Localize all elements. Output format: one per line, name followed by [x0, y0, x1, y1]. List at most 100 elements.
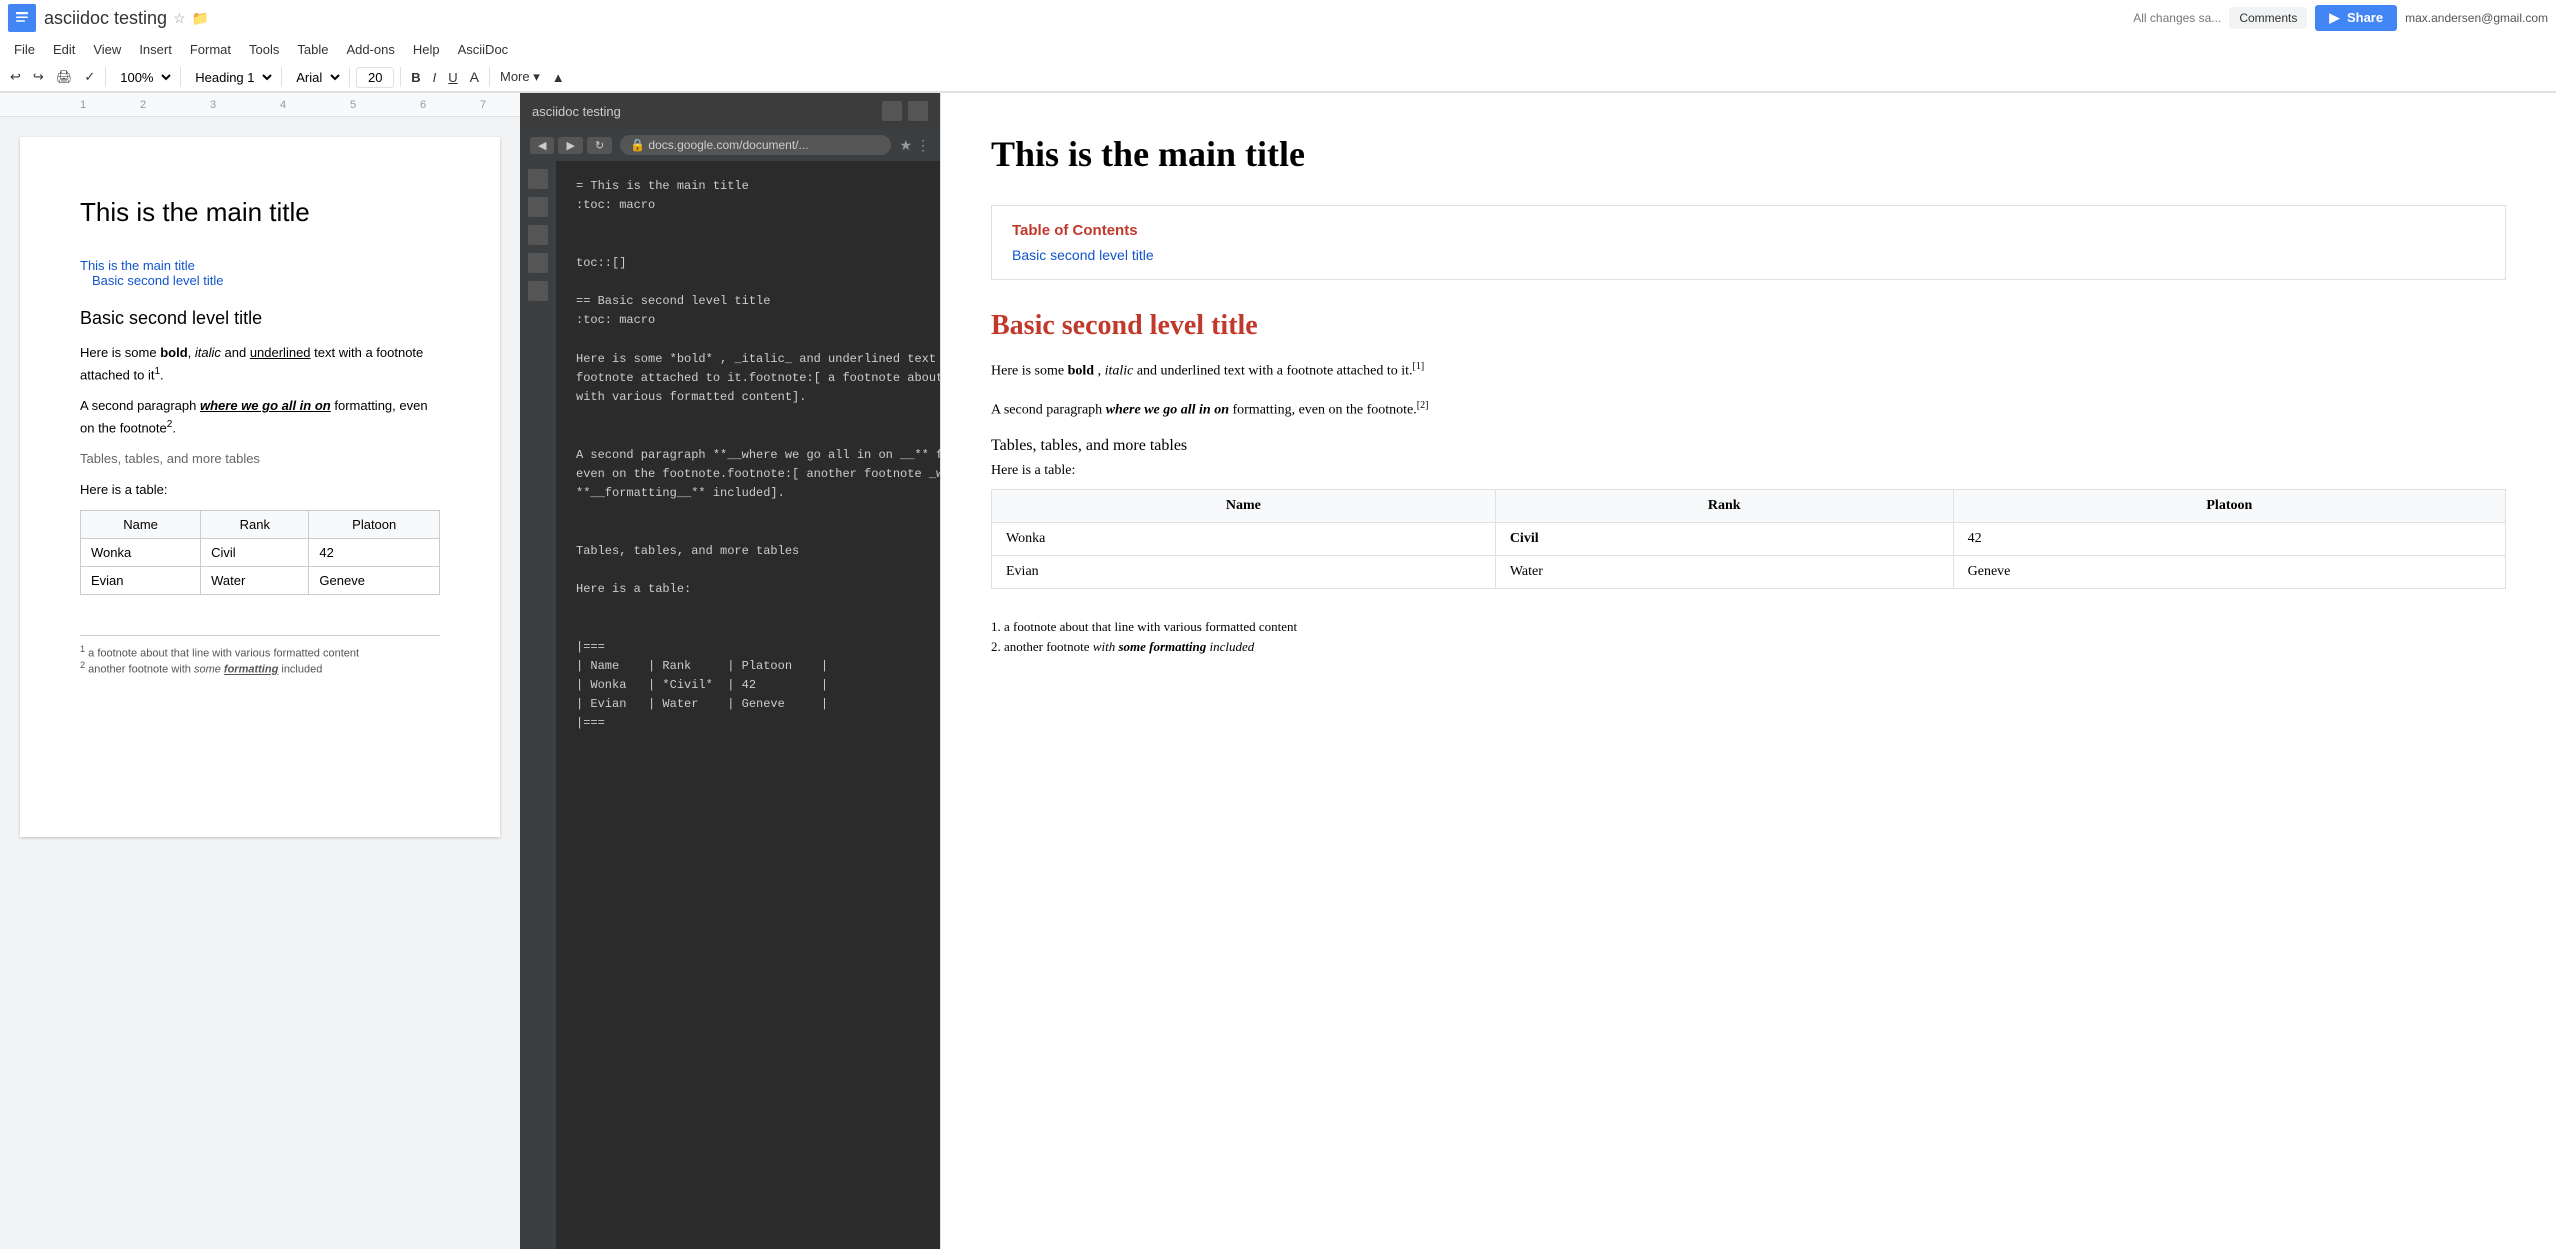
doc-toc: This is the main title Basic second leve…	[80, 258, 440, 288]
preview-table: Name Rank Platoon Wonka Civil 42 Evian W…	[991, 489, 2506, 589]
middle-toolbar-icons	[882, 101, 928, 121]
mid-sidebar-icon-2[interactable]	[528, 197, 548, 217]
doc-tables-heading: Tables, tables, and more tables	[80, 449, 440, 470]
preview-footnote-ref-1: [1]	[1412, 361, 1424, 372]
folder-icon[interactable]: 📁	[192, 10, 209, 27]
right-panel: This is the main title Table of Contents…	[940, 93, 2556, 1249]
doc-table-cell-geneve: Geneve	[309, 567, 440, 595]
browser-url[interactable]: 🔒 docs.google.com/document/...	[620, 135, 891, 155]
doc-toc-link-2[interactable]: Basic second level title	[92, 273, 440, 288]
underline-button[interactable]: U	[444, 67, 461, 88]
preview-footnote-2-text: another footnote with some formatting in…	[1004, 639, 1254, 654]
preview-table-header-row: Name Rank Platoon	[992, 489, 2506, 522]
preview-here-table: Here is a table:	[991, 463, 2506, 479]
doc-para2: A second paragraph where we go all in on…	[80, 396, 440, 439]
mid-sidebar-icon-4[interactable]	[528, 253, 548, 273]
menu-asciidoc[interactable]: AsciiDoc	[450, 38, 517, 61]
mid-sidebar-icon-3[interactable]	[528, 225, 548, 245]
doc-footnote-2: 2 another footnote with some formatting …	[80, 660, 440, 676]
share-button[interactable]: ▶ Share	[2315, 5, 2397, 31]
preview-footnote-1-text: a footnote about that line with various …	[1004, 619, 1297, 634]
italic-button[interactable]: I	[429, 67, 441, 88]
mid-sidebar-icon-5[interactable]	[528, 281, 548, 301]
browser-forward[interactable]: ▶	[558, 137, 582, 154]
middle-address-bar: ◀ ▶ ↻ 🔒 docs.google.com/document/... ★ ⋮	[520, 129, 940, 161]
redo-button[interactable]: ↪	[29, 66, 48, 88]
preview-italic: italic	[1105, 364, 1134, 379]
code-scroll-area[interactable]: = This is the main title :toc: macro toc…	[556, 161, 940, 1249]
share-label: Share	[2347, 10, 2383, 25]
menu-edit[interactable]: Edit	[45, 38, 83, 61]
mid-icon-1[interactable]	[882, 101, 902, 121]
mid-sidebar-icon-1[interactable]	[528, 169, 548, 189]
heading-selector[interactable]: Heading 1	[187, 67, 275, 88]
toolbar-separator-5	[400, 67, 401, 87]
preview-table-cell-42: 42	[1953, 522, 2505, 555]
menu-format[interactable]: Format	[182, 38, 239, 61]
browser-star-icon[interactable]: ★	[899, 137, 912, 154]
ruler-mark-1: 1	[80, 99, 86, 111]
preview-footnote-1: 1. a footnote about that line with vario…	[991, 619, 2506, 635]
preview-footnote-2: 2. another footnote with some formatting…	[991, 639, 2506, 655]
browser-right-icons: ★ ⋮	[899, 137, 930, 154]
doc-here-table: Here is a table:	[80, 480, 440, 501]
menu-tools[interactable]: Tools	[241, 38, 287, 61]
mid-icon-2[interactable]	[908, 101, 928, 121]
bold-button[interactable]: B	[407, 67, 424, 88]
font-selector[interactable]: Arial	[288, 67, 343, 88]
top-right-area: All changes sa... Comments ▶ Share max.a…	[2125, 5, 2548, 31]
title-bar: asciidoc testing ☆ 📁 All changes sa... C…	[0, 0, 2556, 36]
font-size-input[interactable]	[356, 67, 394, 88]
middle-sidebar-icons	[520, 161, 556, 1249]
doc-area[interactable]: This is the main title This is the main …	[0, 117, 520, 1249]
preview-footnote-1-num: 1.	[991, 619, 1001, 634]
doc-page: This is the main title This is the main …	[20, 137, 500, 837]
doc-footnotes: 1 a footnote about that line with variou…	[80, 635, 440, 675]
middle-panel: asciidoc testing ◀ ▶ ↻ 🔒 docs.google.com…	[520, 93, 940, 1249]
print-button[interactable]: 🖨	[52, 66, 77, 88]
menu-addons[interactable]: Add-ons	[338, 38, 402, 61]
menu-table[interactable]: Table	[289, 38, 336, 61]
menu-file[interactable]: File	[6, 38, 43, 61]
doc-toc-link-1[interactable]: This is the main title	[80, 258, 440, 273]
preview-toc-link-1[interactable]: Basic second level title	[1012, 247, 2485, 263]
collapse-button[interactable]: ▲	[548, 67, 569, 88]
zoom-selector[interactable]: 100%	[112, 67, 174, 88]
font-color-button[interactable]: A	[466, 66, 483, 88]
menu-view[interactable]: View	[85, 38, 129, 61]
document-title[interactable]: asciidoc testing	[44, 8, 167, 29]
doc-bold-italic-underline: where we go all in on	[200, 398, 331, 413]
browser-back[interactable]: ◀	[530, 137, 554, 154]
preview-table-cell-evian: Evian	[992, 555, 1496, 588]
doc-underline-text: underlined	[250, 345, 311, 360]
preview-section-title: Basic second level title	[991, 310, 2506, 342]
preview-para1: Here is some bold , italic and underline…	[991, 358, 2506, 383]
ruler-mark-2: 2	[140, 99, 146, 111]
star-icon[interactable]: ☆	[173, 10, 186, 27]
user-email[interactable]: max.andersen@gmail.com	[2405, 11, 2548, 25]
preview-table-cell-wonka: Wonka	[992, 522, 1496, 555]
comments-button[interactable]: Comments	[2229, 7, 2307, 29]
preview-toc-title: Table of Contents	[1012, 222, 2485, 239]
menu-help[interactable]: Help	[405, 38, 448, 61]
preview-para2: A second paragraph where we go all in on…	[991, 397, 2506, 422]
undo-button[interactable]: ↩	[6, 66, 25, 88]
doc-table-cell-42: 42	[309, 539, 440, 567]
doc-table-header-name: Name	[81, 511, 201, 539]
menu-insert[interactable]: Insert	[131, 38, 180, 61]
doc-table-header-row: Name Rank Platoon	[81, 511, 440, 539]
preview-bold-italic: where we go all in on	[1106, 403, 1229, 418]
doc-italic-text: italic	[195, 345, 221, 360]
doc-section-title: Basic second level title	[80, 308, 440, 329]
toolbar: ↩ ↪ 🖨 ✓ 100% Heading 1 Arial B I U A Mor…	[0, 63, 2556, 92]
doc-table-row-1: Wonka Civil 42	[81, 539, 440, 567]
spellcheck-button[interactable]: ✓	[80, 66, 99, 88]
middle-top-bar: asciidoc testing	[520, 93, 940, 129]
browser-menu-icon[interactable]: ⋮	[916, 137, 930, 154]
main-area: 1 2 3 4 5 6 7 This is the main title Thi…	[0, 93, 2556, 1249]
ruler-mark-5: 5	[350, 99, 356, 111]
more-button[interactable]: More ▾	[496, 66, 544, 88]
preview-table-cell-civil: Civil	[1495, 522, 1953, 555]
document-title-area: asciidoc testing ☆ 📁	[44, 8, 2117, 29]
browser-reload[interactable]: ↻	[587, 137, 612, 154]
